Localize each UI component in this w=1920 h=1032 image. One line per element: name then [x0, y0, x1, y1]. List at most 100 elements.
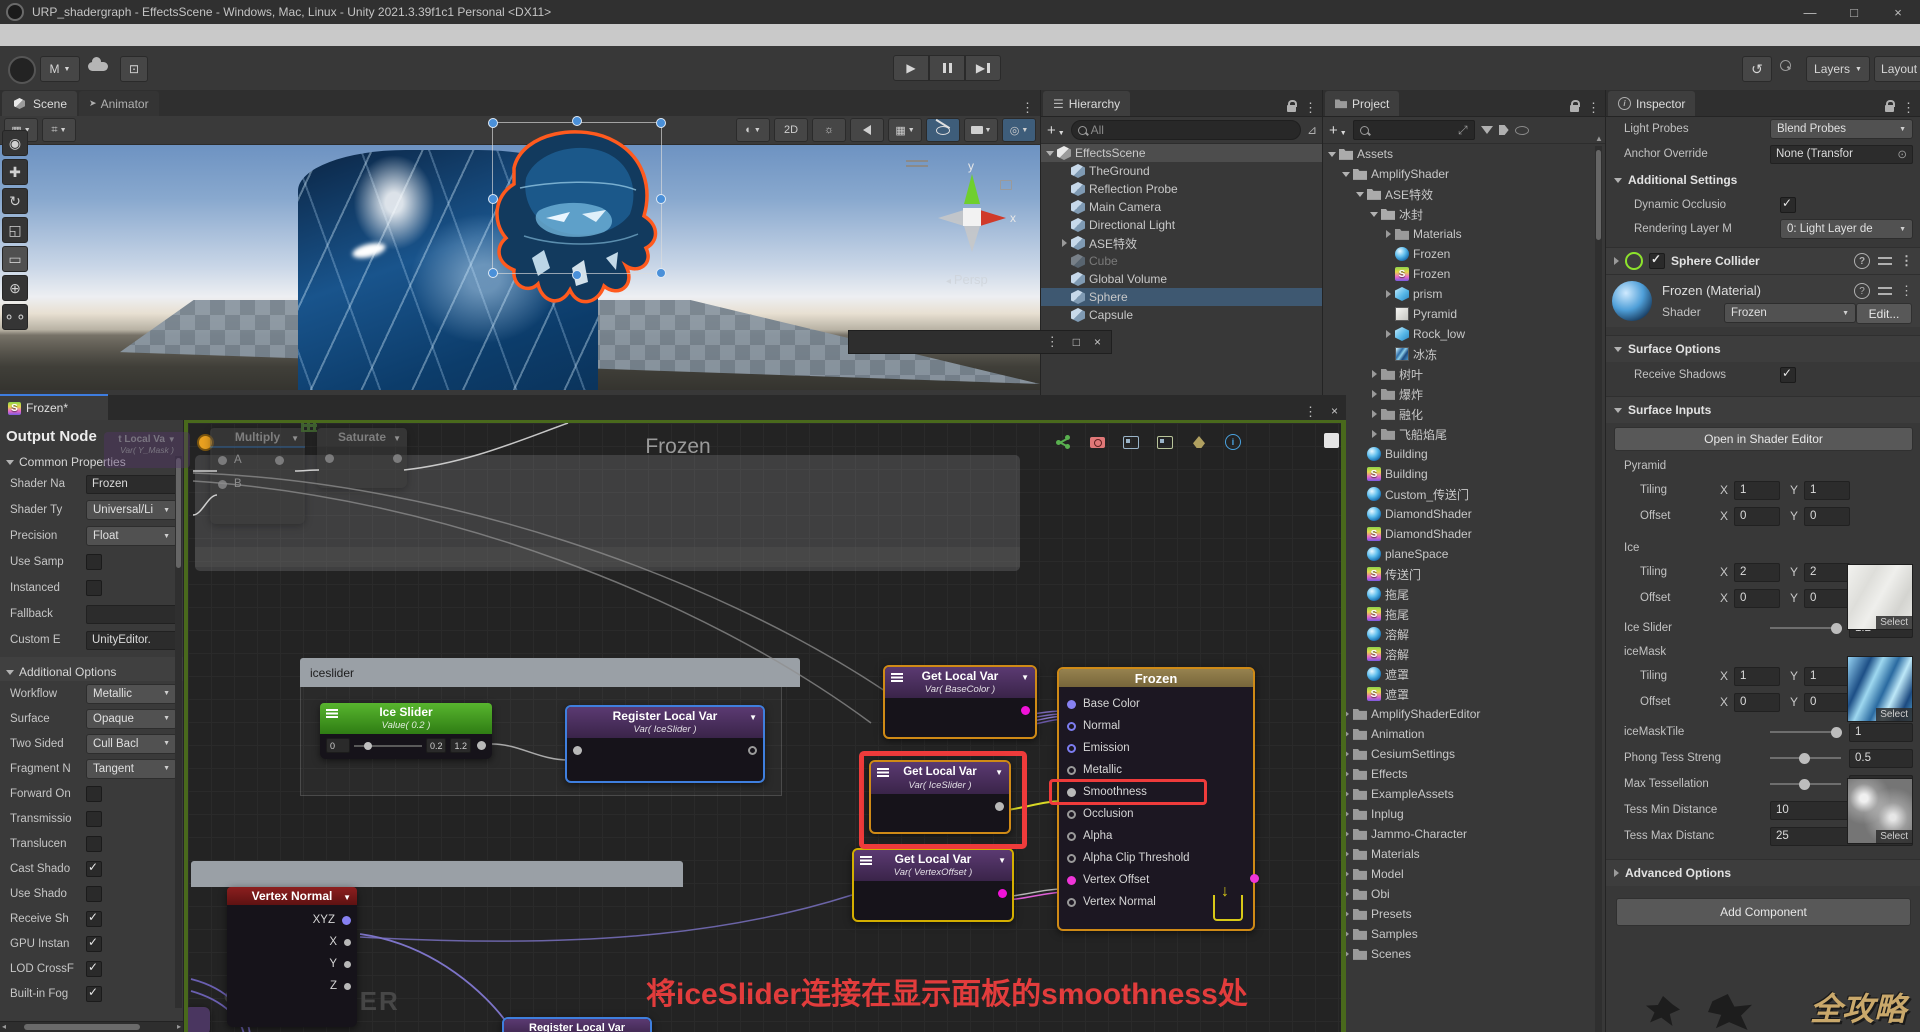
project-item[interactable]: ExampleAssets [1323, 784, 1606, 804]
2d-toggle[interactable]: 2D [774, 118, 808, 142]
perspective-label[interactable]: ◂ Persp [946, 272, 988, 287]
ice-slider[interactable] [1770, 619, 1841, 637]
icemask-texture-thumb[interactable]: Select [1847, 778, 1913, 844]
vn-port[interactable]: Z [227, 975, 357, 997]
download-icon[interactable] [1213, 895, 1243, 921]
node-menu-icon[interactable] [891, 673, 903, 682]
offset-y-field[interactable]: 0 [1804, 589, 1850, 608]
project-item[interactable]: Building [1323, 464, 1606, 484]
camera-preview-icon[interactable]: ▼ [964, 118, 998, 142]
filter-type-icon[interactable] [1481, 126, 1493, 134]
maximize-button[interactable]: □ [1832, 5, 1876, 20]
project-item[interactable]: 传送门 [1323, 564, 1606, 584]
node-multiply[interactable]: Multiply▼ A B [210, 428, 305, 524]
property-field[interactable] [86, 605, 177, 624]
property-checkbox[interactable] [86, 936, 102, 952]
slider-value-field[interactable]: 0.2 [426, 738, 447, 753]
material-preview-sphere[interactable] [1612, 281, 1652, 321]
hierarchy-item[interactable]: Main Camera [1041, 198, 1323, 216]
info-icon[interactable]: i [1224, 433, 1242, 451]
project-item[interactable]: 冰封 [1323, 204, 1606, 224]
port-dot[interactable] [1067, 832, 1076, 841]
property-checkbox[interactable] [86, 554, 102, 570]
offset-x-field[interactable]: 0 [1734, 507, 1780, 526]
lighting-toggle-icon[interactable]: ☼ [812, 118, 846, 142]
master-port[interactable]: Metallic [1059, 759, 1253, 781]
hierarchy-item[interactable]: TheGround [1041, 162, 1323, 180]
property-dropdown[interactable]: Opaque [86, 709, 177, 729]
tab-project[interactable]: Project [1325, 91, 1399, 116]
project-item[interactable]: Effects [1323, 764, 1606, 784]
light-probes-dropdown[interactable]: Blend Probes [1770, 119, 1913, 139]
property-field[interactable]: UnityEditor. [86, 631, 177, 650]
overlay-lock-icon[interactable] [1000, 180, 1012, 190]
window-close-icon[interactable]: × [1094, 335, 1101, 349]
port-dot[interactable] [344, 939, 351, 946]
project-item[interactable]: 遮罩 [1323, 684, 1606, 704]
hierarchy-item[interactable]: Sphere [1041, 288, 1323, 306]
project-item[interactable]: Frozen [1323, 244, 1606, 264]
layout-icon[interactable] [1122, 433, 1140, 451]
project-item[interactable]: DiamondShader [1323, 524, 1606, 544]
tiling-x-field[interactable]: 2 [1734, 563, 1780, 582]
audio-toggle-icon[interactable] [850, 118, 884, 142]
help-icon[interactable]: ? [1854, 283, 1870, 299]
node-slider[interactable] [354, 740, 422, 752]
project-item[interactable]: Pyramid [1323, 304, 1606, 324]
window-kebab-icon[interactable]: ⋮ [1046, 334, 1059, 350]
slider-max-field[interactable]: 1.2 [450, 738, 471, 753]
project-item[interactable]: DiamondShader [1323, 504, 1606, 524]
icemask-tile-value[interactable]: 1 [1849, 723, 1913, 742]
project-item[interactable]: 溶解 [1323, 644, 1606, 664]
custom-tool-icon[interactable]: ⚬⚬ [2, 304, 28, 330]
layers-dropdown[interactable]: Layers▼ [1806, 56, 1870, 82]
output-port[interactable] [995, 802, 1004, 811]
output-port[interactable] [748, 746, 757, 755]
rendering-layer-dropdown[interactable]: 0: Light Layer de [1780, 219, 1913, 239]
slider-min-field[interactable]: 0 [326, 738, 350, 753]
view-tool-icon[interactable]: ◉ [2, 130, 28, 156]
receive-shadows-checkbox[interactable] [1780, 367, 1796, 383]
project-item[interactable]: ASE特效 [1323, 184, 1606, 204]
project-item[interactable]: Assets [1323, 144, 1606, 164]
scene-orientation-gizmo[interactable]: y x [926, 156, 1018, 266]
filter-label-icon[interactable] [1499, 125, 1509, 135]
surface-inputs-header[interactable]: Surface Inputs [1606, 396, 1920, 423]
project-item[interactable]: Building [1323, 444, 1606, 464]
master-port[interactable]: Alpha [1059, 825, 1253, 847]
property-checkbox[interactable] [86, 886, 102, 902]
output-port[interactable] [1021, 706, 1030, 715]
max-tessellation-slider[interactable] [1770, 775, 1841, 793]
icemask-tile-slider[interactable] [1770, 723, 1841, 741]
project-item[interactable]: Model [1323, 864, 1606, 884]
focus-icon[interactable] [1324, 433, 1339, 448]
port-dot[interactable] [1067, 700, 1076, 709]
node-frozen-master[interactable]: Frozen Base Color Normal Emission [1057, 667, 1255, 931]
hierarchy-kebab-icon[interactable]: ⋮ [1304, 100, 1317, 116]
select-button[interactable]: Select [1876, 616, 1912, 629]
port-dot[interactable] [344, 983, 351, 990]
screenshot-icon[interactable] [1088, 433, 1106, 451]
port-dot[interactable] [1067, 722, 1076, 731]
snap-icon[interactable]: ⌗▼ [42, 118, 76, 142]
close-button[interactable]: × [1876, 5, 1920, 20]
overlay-handle-icon[interactable] [906, 160, 928, 162]
ice-texture-thumb[interactable]: Select [1847, 656, 1913, 722]
project-item[interactable]: 拖尾 [1323, 584, 1606, 604]
transform-tool-icon[interactable]: ⊕ [2, 275, 28, 301]
project-item[interactable]: Samples [1323, 924, 1606, 944]
tab-animator[interactable]: ➤ Animator [79, 91, 159, 116]
property-checkbox[interactable] [86, 836, 102, 852]
add-component-button[interactable]: Add Component [1616, 898, 1911, 926]
tiling-y-field[interactable]: 1 [1804, 667, 1850, 686]
gizmos-icon[interactable]: ◎▼ [1002, 118, 1036, 142]
step-button[interactable]: ▶ [965, 55, 1001, 81]
port-dot[interactable] [1067, 744, 1076, 753]
cloud-icon[interactable] [88, 54, 108, 71]
master-port[interactable]: Occlusion [1059, 803, 1253, 825]
port-dot[interactable] [1067, 898, 1076, 907]
phong-value[interactable]: 0.5 [1849, 749, 1913, 768]
share-icon[interactable] [1054, 433, 1072, 451]
services-icon[interactable]: ⊡ [120, 56, 148, 82]
sphere-collider-header[interactable]: Sphere Collider ? ⋮ [1606, 247, 1920, 274]
